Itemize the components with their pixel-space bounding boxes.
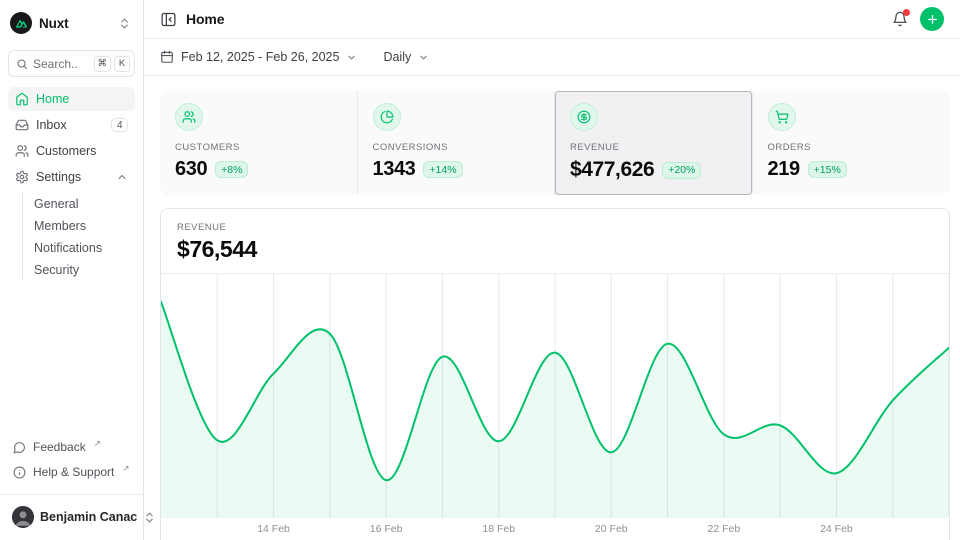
sidebar-item-customers[interactable]: Customers <box>8 139 135 163</box>
stat-delta-badge: +15% <box>808 161 847 178</box>
filters-toolbar: Feb 12, 2025 - Feb 26, 2025 Daily <box>144 39 960 76</box>
kbd-meta: ⌘ <box>94 56 112 72</box>
stat-card-conversions[interactable]: CONVERSIONS 1343 +14% <box>358 91 556 195</box>
sidebar-nav: Home Inbox 4 Customers Settings <box>8 87 135 283</box>
workspace-switcher[interactable]: Nuxt <box>8 8 135 38</box>
info-circle-icon <box>13 466 26 479</box>
external-link-icon: ↗ <box>122 464 129 473</box>
user-menu[interactable]: Benjamin Canac <box>8 502 135 532</box>
chevron-up-icon <box>116 171 128 183</box>
page-title: Home <box>186 11 224 27</box>
notifications-button[interactable] <box>892 11 908 27</box>
chart-svg <box>161 274 949 518</box>
app-root: Nuxt ⌘ K Home <box>0 0 960 540</box>
sidebar-item-label: Inbox <box>36 118 67 132</box>
user-name: Benjamin Canac <box>40 510 137 524</box>
stat-delta-badge: +8% <box>215 161 248 178</box>
x-axis-label: 22 Feb <box>707 523 740 535</box>
stat-label: CUSTOMERS <box>175 142 342 153</box>
main-area: Home Feb 12, 2025 - Feb 26, 2025 <box>144 0 960 540</box>
sidebar-item-general[interactable]: General <box>34 193 135 215</box>
add-button[interactable] <box>920 7 944 31</box>
inbox-icon <box>15 118 29 132</box>
search-icon <box>16 58 28 70</box>
dashboard-content: CUSTOMERS 630 +8% CONVERSIONS 1343 +14% <box>144 76 960 540</box>
sidebar-item-security[interactable]: Security <box>34 259 135 281</box>
brand-name: Nuxt <box>39 16 68 31</box>
chart-header: REVENUE $76,544 <box>161 209 949 273</box>
search-input[interactable] <box>33 57 79 71</box>
chevron-down-icon <box>346 52 357 63</box>
chevrons-up-down-icon <box>118 17 131 30</box>
granularity-select[interactable]: Daily <box>383 50 429 64</box>
x-axis-label: 16 Feb <box>370 523 403 535</box>
avatar <box>12 506 34 528</box>
revenue-chart[interactable] <box>161 273 949 518</box>
inbox-count-badge: 4 <box>111 118 128 132</box>
calendar-icon <box>160 50 174 64</box>
stats-row: CUSTOMERS 630 +8% CONVERSIONS 1343 +14% <box>160 91 950 195</box>
sidebar-item-label: Home <box>36 92 69 106</box>
feedback-link[interactable]: Feedback ↗ <box>8 437 135 460</box>
sidebar-collapse-button[interactable] <box>160 11 177 28</box>
x-axis-label: 20 Feb <box>595 523 628 535</box>
sidebar-item-home[interactable]: Home <box>8 87 135 111</box>
x-axis-label: 24 Feb <box>820 523 853 535</box>
panel-left-close-icon <box>160 11 177 28</box>
divider <box>0 494 143 495</box>
chat-bubble-icon <box>13 441 26 454</box>
pie-chart-icon <box>373 103 401 131</box>
date-range-picker[interactable]: Feb 12, 2025 - Feb 26, 2025 <box>160 50 357 64</box>
stat-delta-badge: +14% <box>423 161 462 178</box>
nuxt-logo-icon <box>10 12 32 34</box>
users-icon <box>15 144 29 158</box>
main-header: Home <box>144 0 960 39</box>
search-box[interactable]: ⌘ K <box>8 50 135 77</box>
stat-card-customers[interactable]: CUSTOMERS 630 +8% <box>160 91 358 195</box>
revenue-chart-card: REVENUE $76,544 14 Feb 16 Feb 18 Feb 20 Feb… <box>160 208 950 540</box>
x-axis-label: 18 Feb <box>482 523 515 535</box>
sidebar-item-members[interactable]: Members <box>34 215 135 237</box>
stat-label: REVENUE <box>570 142 737 153</box>
help-support-label: Help & Support <box>33 465 114 479</box>
stat-label: CONVERSIONS <box>373 142 540 153</box>
stat-card-orders[interactable]: ORDERS 219 +15% <box>753 91 951 195</box>
gear-icon <box>15 170 29 184</box>
dollar-circle-icon <box>570 103 598 131</box>
x-axis-label: 14 Feb <box>257 523 290 535</box>
stat-value: 1343 <box>373 158 416 181</box>
stat-value: $477,626 <box>570 158 654 182</box>
kbd-k: K <box>114 56 130 72</box>
sidebar-item-label: Settings <box>36 170 81 184</box>
settings-subnav: General Members Notifications Security <box>22 193 135 281</box>
stat-label: ORDERS <box>768 142 936 153</box>
chart-metric-value: $76,544 <box>177 236 933 263</box>
stat-delta-badge: +20% <box>662 162 701 179</box>
date-range-value: Feb 12, 2025 - Feb 26, 2025 <box>181 50 339 64</box>
sidebar-item-settings[interactable]: Settings <box>8 165 135 189</box>
plus-icon <box>926 13 939 26</box>
stat-value: 630 <box>175 158 207 181</box>
feedback-label: Feedback <box>33 440 86 454</box>
chevron-down-icon <box>418 52 429 63</box>
sidebar-item-notifications[interactable]: Notifications <box>34 237 135 259</box>
stat-card-revenue[interactable]: REVENUE $477,626 +20% <box>555 91 753 195</box>
home-icon <box>15 92 29 106</box>
sidebar-item-label: Customers <box>36 144 96 158</box>
users-icon <box>175 103 203 131</box>
granularity-value: Daily <box>383 50 411 64</box>
stat-value: 219 <box>768 158 800 181</box>
sidebar-item-inbox[interactable]: Inbox 4 <box>8 113 135 137</box>
cart-icon <box>768 103 796 131</box>
external-link-icon: ↗ <box>94 439 101 448</box>
chart-metric-label: REVENUE <box>177 222 933 233</box>
x-axis: 14 Feb 16 Feb 18 Feb 20 Feb 22 Feb 24 Feb <box>161 518 949 540</box>
notification-dot <box>903 9 910 16</box>
help-support-link[interactable]: Help & Support ↗ <box>8 462 135 485</box>
sidebar-footer: Feedback ↗ Help & Support ↗ Benjamin Can… <box>8 437 135 532</box>
search-shortcut: ⌘ K <box>94 56 131 72</box>
sidebar: Nuxt ⌘ K Home <box>0 0 144 540</box>
